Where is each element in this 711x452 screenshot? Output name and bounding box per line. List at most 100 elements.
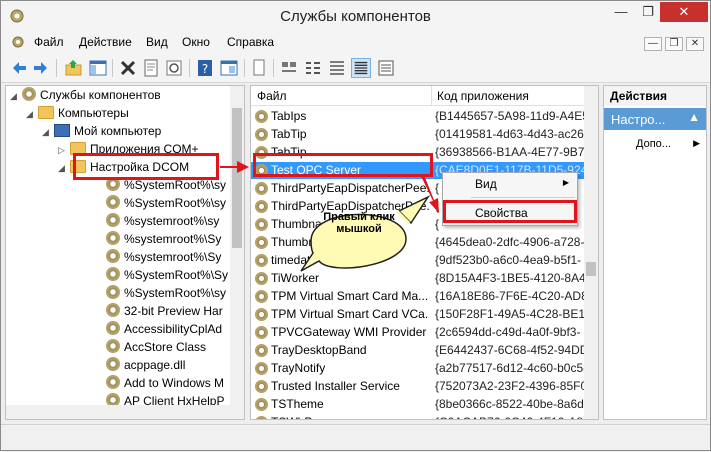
show-tree-icon[interactable] <box>88 58 108 78</box>
row-file-name: TPM Virtual Smart Card Ma... <box>271 289 429 303</box>
menu-file[interactable]: Файл <box>34 35 64 49</box>
list-row[interactable]: TSTheme {8be0366c-8522-40be-8a6d- <box>251 396 586 413</box>
column-header-file[interactable]: Файл <box>257 89 287 103</box>
row-file-name: TiWorker <box>271 271 319 285</box>
tree-item-component-services[interactable]: ◢ Службы компонентов <box>10 86 161 104</box>
menu-view[interactable]: Вид <box>146 35 168 49</box>
list-row[interactable]: TPM Virtual Smart Card VCa... {150F28F1-4… <box>251 306 586 323</box>
tree-item[interactable]: %systemroot%\sy <box>106 212 219 230</box>
gear-icon <box>255 236 268 249</box>
mdi-restore-button[interactable]: ❐ <box>665 37 683 51</box>
tree-item-computers[interactable]: ◢ Компьютеры <box>26 104 129 122</box>
list-vertical-scrollbar[interactable] <box>584 86 598 419</box>
status-view-icon[interactable] <box>376 58 396 78</box>
list-header: Файл Код приложения <box>251 86 586 106</box>
refresh-icon[interactable] <box>164 58 184 78</box>
row-file-name: Thumbna <box>271 235 322 249</box>
tree-expander[interactable]: ◢ <box>10 87 22 105</box>
component-list-pane: Файл Код приложения TabIps {B1445657-5A98… <box>250 85 599 420</box>
tree-expander[interactable]: ▷ <box>58 141 70 159</box>
large-icons-icon[interactable] <box>279 58 299 78</box>
tree-item[interactable]: AccessibilityCplAd <box>106 320 222 338</box>
help-icon[interactable]: ? <box>195 58 215 78</box>
close-button[interactable]: ✕ <box>660 2 708 22</box>
gear-icon <box>106 375 120 389</box>
row-file-name: TabTip <box>271 127 307 141</box>
tree-expander[interactable]: ◢ <box>58 159 70 177</box>
minimize-button[interactable]: — <box>608 2 634 22</box>
tree-item[interactable]: Add to Windows M <box>106 374 224 392</box>
tree-expander[interactable]: ◢ <box>26 105 38 123</box>
gear-icon <box>255 254 268 267</box>
tree-horizontal-scrollbar[interactable] <box>6 405 232 419</box>
tree-item[interactable]: 32-bit Preview Har <box>106 302 223 320</box>
new-window-icon[interactable] <box>249 58 269 78</box>
actions-header: Действия <box>604 86 706 106</box>
up-folder-icon[interactable] <box>64 58 84 78</box>
list-row[interactable]: TrayDesktopBand {E6442437-6C68-4f52-94DD <box>251 342 586 359</box>
row-app-id: {01419581-4d63-4d43-ac26- <box>435 127 585 141</box>
list-row[interactable]: TabIps {B1445657-5A98-11d9-A4E5 <box>251 108 586 125</box>
gear-icon <box>106 231 120 245</box>
properties-icon[interactable] <box>141 58 161 78</box>
mdi-close-button[interactable]: ✕ <box>686 37 704 51</box>
menu-help[interactable]: Справка <box>227 35 274 49</box>
list-row[interactable]: TiWorker {8D15A4F3-1BE5-4120-8A4E <box>251 270 586 287</box>
tree-item[interactable]: %systemroot%\Sy <box>106 230 221 248</box>
list-row[interactable]: Thumbna {4645dea0-2dfc-4906-a728- <box>251 234 586 251</box>
menu-action[interactable]: Действие <box>79 35 132 49</box>
computer-icon <box>54 124 70 137</box>
row-app-id: {752073A2-23F2-4396-85F0- <box>435 379 585 393</box>
list-row[interactable]: TSWbPrxy {C0ACAB76-0C46-4F10-A8BF- <box>251 414 586 419</box>
console-icon[interactable] <box>219 58 239 78</box>
actions-more[interactable]: Допо... <box>636 138 671 150</box>
row-file-name: TSTheme <box>271 397 324 411</box>
gear-icon <box>255 182 268 195</box>
tree-item[interactable]: %SystemRoot%\sy <box>106 284 226 302</box>
forward-icon[interactable] <box>31 58 51 78</box>
mdi-minimize-button[interactable]: — <box>644 37 662 51</box>
scrollbar-thumb[interactable] <box>586 262 596 276</box>
row-app-id: {8be0366c-8522-40be-8a6d- <box>435 397 585 411</box>
list-row[interactable]: TabTip {01419581-4d63-4d43-ac26- <box>251 126 586 143</box>
row-app-id: {16A18E86-7F6E-4C20-AD89 <box>435 289 585 303</box>
gear-icon <box>255 110 268 123</box>
small-icons-icon[interactable] <box>303 58 323 78</box>
back-icon[interactable] <box>9 58 29 78</box>
details-view-icon[interactable] <box>351 58 371 78</box>
column-header-app-id[interactable]: Код приложения <box>437 89 529 103</box>
tree-item-my-computer[interactable]: ◢ Мой компьютер <box>42 122 161 140</box>
actions-section-dcom[interactable]: Настро... ▲ <box>604 108 706 130</box>
tree-item[interactable]: acppage.dll <box>106 356 185 374</box>
highlight-properties <box>443 200 577 223</box>
row-file-name: TrayDesktopBand <box>271 343 367 357</box>
list-row[interactable]: TPM Virtual Smart Card Ma... {16A18E86-7F… <box>251 288 586 305</box>
tree-item[interactable]: %systemroot%\Sy <box>106 248 221 266</box>
list-row[interactable]: Trusted Installer Service {752073A2-23F2-… <box>251 378 586 395</box>
menu-window[interactable]: Окно <box>182 35 210 49</box>
menu-bar: Файл Действие Вид Окно Справка <box>1 31 710 53</box>
gear-icon <box>255 308 268 321</box>
list-row[interactable]: timedate {9df523b0-a6c0-4ea9-b5f1- <box>251 252 586 269</box>
gear-icon <box>255 326 268 339</box>
title-bar: Службы компонентов — ❐ ✕ <box>1 1 710 31</box>
gear-icon <box>106 213 120 227</box>
tree-vertical-scrollbar[interactable] <box>230 86 244 419</box>
list-view-icon[interactable] <box>327 58 347 78</box>
tree-expander[interactable]: ◢ <box>42 123 54 141</box>
collapse-arrow-icon[interactable]: ▲ <box>688 110 700 124</box>
gear-icon <box>106 339 120 353</box>
list-row[interactable]: TrayNotify {a2b77517-6d12-4c60-b0c5- <box>251 360 586 377</box>
row-app-id: {B1445657-5A98-11d9-A4E5 <box>435 109 585 123</box>
tree-item[interactable]: %SystemRoot%\sy <box>106 194 226 212</box>
delete-icon[interactable] <box>118 58 138 78</box>
tree-item[interactable]: %SystemRoot%\Sy <box>106 266 228 284</box>
context-menu-view[interactable]: Вид <box>475 177 497 191</box>
list-row[interactable]: TPVCGateway WMI Provider {2c6594dd-c49d-4… <box>251 324 586 341</box>
annotation-bubble-text: Правый клик мышкой <box>323 211 395 235</box>
tree-item[interactable]: AccStore Class <box>106 338 206 356</box>
maximize-button[interactable]: ❐ <box>635 2 661 22</box>
submenu-arrow-icon: ▶ <box>562 178 569 187</box>
console-menu-icon[interactable] <box>11 35 25 49</box>
scrollbar-thumb[interactable] <box>232 108 242 248</box>
